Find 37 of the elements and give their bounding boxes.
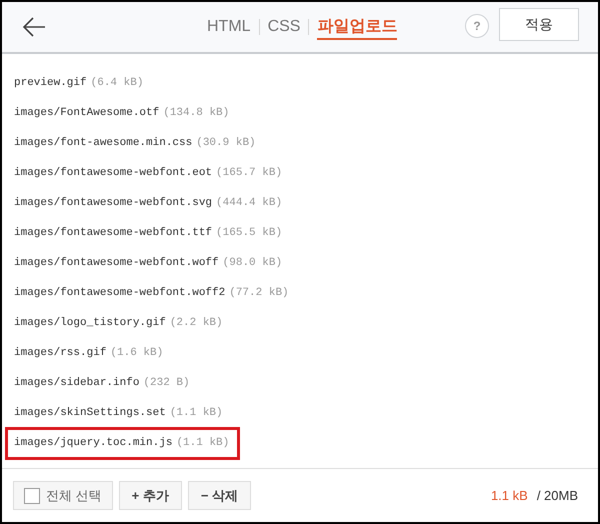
- file-name[interactable]: images/fontawesome-webfont.eot: [14, 164, 212, 182]
- tab[interactable]: 파일업로드: [317, 14, 398, 40]
- tab[interactable]: CSS: [268, 14, 300, 40]
- file-name[interactable]: images/jquery.toc.min.js: [14, 434, 172, 452]
- file-name[interactable]: images/rss.gif: [14, 344, 106, 362]
- apply-button[interactable]: 적용: [499, 8, 579, 41]
- file-size: (232 B): [143, 376, 190, 391]
- file-size: (1.6 kB): [110, 346, 164, 361]
- file-name[interactable]: images/fontawesome-webfont.woff2: [14, 284, 226, 302]
- add-button[interactable]: + 추가: [118, 481, 182, 510]
- file-size: (1.1 kB): [176, 436, 230, 451]
- file-size: (2.2 kB): [170, 316, 223, 331]
- file-size: (165.5 kB): [216, 226, 282, 241]
- select-all-button[interactable]: 전체 선택: [13, 481, 113, 510]
- file-name[interactable]: images/skinSettings.set: [14, 404, 166, 422]
- file-size: (98.0 kB): [222, 256, 282, 271]
- file-size: (30.9 kB): [196, 136, 256, 151]
- file-size: (165.7 kB): [216, 166, 282, 181]
- checkbox[interactable]: [24, 488, 40, 504]
- back-arrow-icon[interactable]: [22, 16, 46, 38]
- file-name[interactable]: images/fontawesome-webfont.svg: [14, 194, 212, 212]
- file-name[interactable]: images/sidebar.info: [14, 374, 140, 392]
- file-size: (134.8 kB): [163, 106, 230, 121]
- storage-limit: / 20MB: [536, 486, 578, 505]
- file-name[interactable]: images/fontawesome-webfont.ttf: [14, 224, 212, 242]
- file-name[interactable]: images/font-awesome.min.css: [14, 134, 192, 152]
- file-size: (6.4 kB): [90, 76, 144, 91]
- delete-button[interactable]: − 삭제: [188, 481, 252, 510]
- file-name[interactable]: images/fontawesome-webfont.woff: [14, 254, 219, 272]
- file-name[interactable]: preview.gif: [14, 74, 87, 92]
- file-size: (444.4 kB): [216, 196, 282, 211]
- file-name[interactable]: images/logo_tistory.gif: [14, 314, 166, 332]
- tab[interactable]: HTML: [207, 14, 251, 40]
- used-storage: 1.1 kB: [490, 486, 528, 505]
- file-size: (1.1 kB): [170, 406, 223, 421]
- file-size: (77.2 kB): [229, 286, 289, 301]
- file-name[interactable]: images/FontAwesome.otf: [14, 104, 160, 122]
